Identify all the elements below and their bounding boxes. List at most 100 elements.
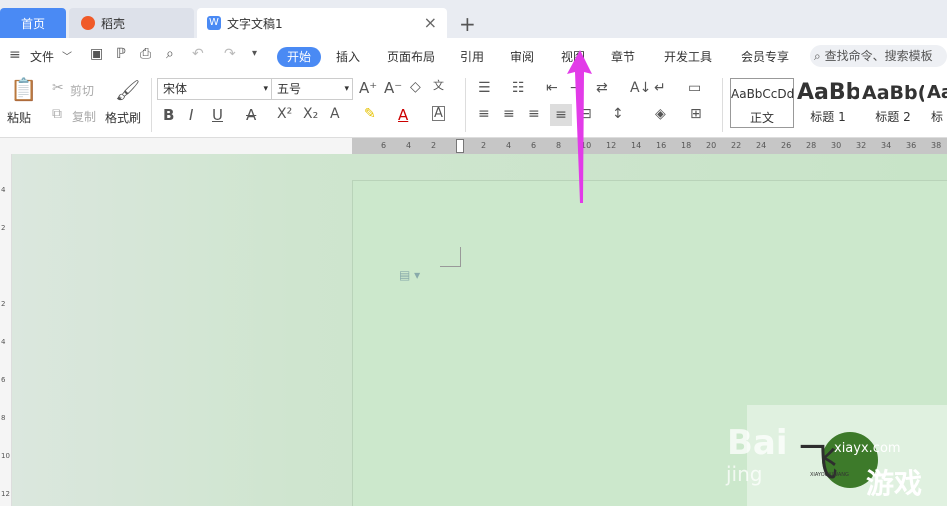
style-sample: AaBb( (862, 82, 924, 104)
underline-icon[interactable]: U (212, 106, 223, 124)
phonetic-guide-icon[interactable]: 文 (433, 77, 444, 93)
tab-document[interactable]: W 文字文稿1 × (197, 8, 447, 38)
menu-insert[interactable]: 插入 (336, 48, 360, 65)
decrease-indent-icon[interactable]: ⇤ (546, 80, 558, 96)
undo-icon[interactable]: ↶ (192, 46, 204, 62)
ruler-mark: 2 (1, 300, 6, 308)
align-right-icon[interactable]: ≡ (528, 106, 540, 122)
ruler-mark: 26 (781, 141, 792, 150)
ruler-mark: 12 (606, 141, 617, 150)
borders-icon[interactable]: ⊞ (690, 106, 702, 122)
style-label: 标 (930, 110, 943, 124)
ruler-mark: 24 (756, 141, 767, 150)
watermark-jingyan: jing (726, 462, 763, 486)
print-icon[interactable]: ⎙ (140, 46, 151, 62)
sort-icon[interactable]: A↓ (630, 80, 651, 96)
style-heading-2[interactable]: AaBb( 标题 2 (862, 78, 924, 128)
align-left-icon[interactable]: ≡ (478, 106, 490, 122)
new-tab-button[interactable]: + (459, 12, 476, 36)
command-search[interactable]: ⌕ 查找命令、搜索模板 (810, 45, 947, 67)
table-layout-icon[interactable]: ▭ (688, 80, 701, 96)
format-painter-button[interactable]: 格式刷 (105, 109, 141, 126)
ruler-mark: 38 (931, 141, 942, 150)
preview-icon[interactable]: ⌕ (166, 46, 174, 62)
paste-icon[interactable]: 📋 (10, 78, 37, 103)
increase-font-icon[interactable]: A⁺ (359, 79, 377, 97)
paragraph-layout-icon[interactable]: ▤ ▾ (399, 268, 420, 282)
paste-button[interactable]: 粘贴 (7, 109, 31, 126)
tab-daoke-label: 稻壳 (101, 16, 126, 31)
tab-home[interactable]: 首页 (0, 8, 66, 38)
decrease-font-icon[interactable]: A⁻ (384, 79, 402, 97)
divider (722, 78, 723, 132)
style-normal[interactable]: AaBbCcDd 正文 (730, 78, 794, 128)
daoke-logo-icon (81, 16, 95, 30)
ruler-mark: 34 (881, 141, 892, 150)
more-chevron-icon[interactable]: ▾ (252, 48, 257, 59)
export-icon[interactable]: ℙ (116, 46, 126, 62)
align-center-icon[interactable]: ≡ (503, 106, 515, 122)
italic-icon[interactable]: I (189, 106, 193, 124)
clear-format-icon[interactable]: ◇ (410, 79, 421, 95)
ruler-mark: 36 (906, 141, 917, 150)
bold-icon[interactable]: B (163, 106, 174, 124)
menu-page-layout[interactable]: 页面布局 (387, 48, 435, 65)
font-size-select[interactable]: 五号 ▾ (271, 78, 353, 100)
font-color-icon[interactable]: A (398, 106, 408, 124)
menu-developer[interactable]: 开发工具 (664, 48, 712, 65)
save-icon[interactable]: ▣ (90, 46, 103, 62)
ruler-mark: 28 (806, 141, 817, 150)
menu-chapter[interactable]: 章节 (611, 48, 635, 65)
ruler-mark: 20 (706, 141, 717, 150)
menu-member[interactable]: 会员专享 (741, 48, 789, 65)
redo-icon[interactable]: ↷ (224, 46, 236, 62)
bullet-list-icon[interactable]: ☰ (478, 80, 491, 96)
indent-marker[interactable] (456, 139, 464, 153)
char-border-icon[interactable]: A (432, 106, 445, 121)
cut-button[interactable]: 剪切 (70, 82, 94, 99)
ruler-mark: 12 (1, 490, 10, 498)
shading-icon[interactable]: ◈ (655, 106, 666, 122)
strikethrough-icon[interactable]: A (246, 106, 256, 124)
hamburger-icon[interactable]: ≡ (9, 47, 21, 63)
superscript-icon[interactable]: X² (277, 106, 292, 122)
style-label: 标题 1 (810, 110, 846, 124)
menu-references[interactable]: 引用 (460, 48, 484, 65)
divider (151, 78, 152, 132)
font-name-value: 宋体 (163, 82, 188, 96)
ruler-mark: 10 (1, 452, 10, 460)
tab-start[interactable]: 开始 (277, 47, 321, 67)
close-tab-icon[interactable]: × (424, 13, 437, 32)
format-painter-icon[interactable]: 🖌 (115, 78, 140, 102)
font-name-select[interactable]: 宋体 ▾ (157, 78, 272, 100)
highlight-icon[interactable]: ✎ (364, 106, 376, 122)
copy-button[interactable]: 复制 (72, 108, 96, 125)
ruler-mark: 2 (481, 141, 487, 150)
subscript-icon[interactable]: X₂ (303, 106, 318, 122)
ribbon-toolbar: 📋 粘贴 ✂ 剪切 ⧉ 复制 🖌 格式刷 宋体 ▾ 五号 ▾ A⁺ A⁻ ◇ 文… (0, 72, 947, 138)
style-label: 正文 (749, 111, 774, 125)
menu-review[interactable]: 审阅 (510, 48, 534, 65)
ruler-mark: 4 (406, 141, 412, 150)
watermark-site: xiayx.com (834, 441, 901, 456)
paragraph-marks-icon[interactable]: ↵ (654, 80, 666, 96)
menu-file[interactable]: 文件 (30, 48, 54, 65)
style-sample: Aa (927, 82, 947, 103)
chevron-down-icon[interactable]: ﹀ (62, 48, 72, 63)
copy-icon[interactable]: ⧉ (52, 106, 62, 122)
tab-document-label: 文字文稿1 (227, 16, 283, 31)
ruler-mark: 6 (381, 141, 387, 150)
ruler-mark: 2 (431, 141, 437, 150)
cut-icon[interactable]: ✂ (52, 80, 64, 96)
watermark-baidu: Bai (727, 423, 788, 463)
ruler-mark: 18 (681, 141, 692, 150)
text-effects-icon[interactable]: A (330, 106, 340, 122)
ruler-mark: 32 (856, 141, 867, 150)
style-heading-1[interactable]: AaBb 标题 1 (797, 78, 859, 128)
ruler-mark: 16 (656, 141, 667, 150)
line-spacing-icon[interactable]: ↕ (612, 106, 624, 122)
numbered-list-icon[interactable]: ☷ (512, 80, 525, 96)
tab-daoke[interactable]: 稻壳 (69, 8, 194, 38)
style-heading-3[interactable]: Aa 标 (927, 78, 947, 128)
ruler-mark: 4 (506, 141, 512, 150)
